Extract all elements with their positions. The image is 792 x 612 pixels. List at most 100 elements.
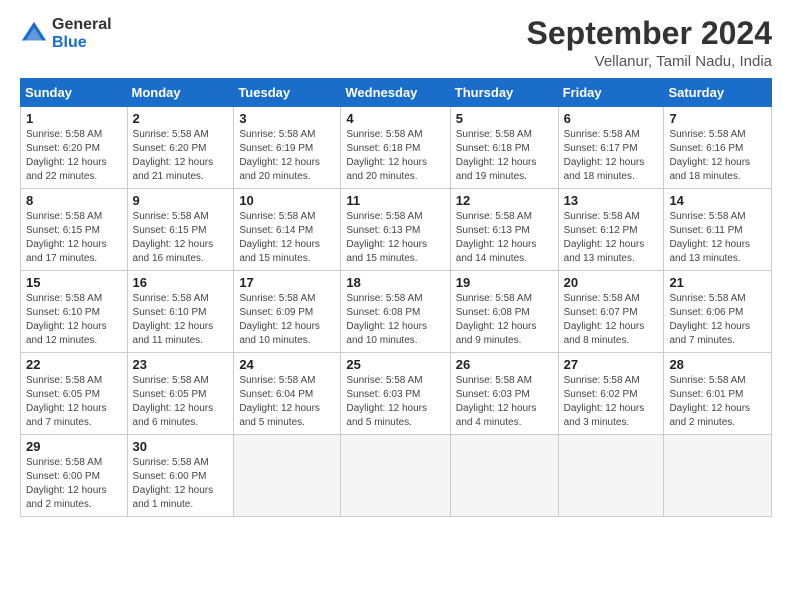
day-info: Sunrise: 5:58 AM Sunset: 6:11 PM Dayligh… (669, 210, 766, 266)
logo-icon (20, 20, 48, 48)
day-number: 19 (456, 275, 553, 290)
day-info: Sunrise: 5:58 AM Sunset: 6:13 PM Dayligh… (346, 210, 444, 266)
day-number: 5 (456, 111, 553, 126)
day-info: Sunrise: 5:58 AM Sunset: 6:16 PM Dayligh… (669, 128, 766, 184)
table-row: 7 Sunrise: 5:58 AM Sunset: 6:16 PM Dayli… (664, 107, 772, 189)
table-row: 3 Sunrise: 5:58 AM Sunset: 6:19 PM Dayli… (234, 107, 341, 189)
table-row: 29 Sunrise: 5:58 AM Sunset: 6:00 PM Dayl… (21, 435, 128, 517)
day-info: Sunrise: 5:58 AM Sunset: 6:07 PM Dayligh… (564, 292, 659, 348)
day-number: 9 (133, 193, 229, 208)
day-info: Sunrise: 5:58 AM Sunset: 6:03 PM Dayligh… (346, 374, 444, 430)
day-number: 7 (669, 111, 766, 126)
day-number: 28 (669, 357, 766, 372)
day-number: 25 (346, 357, 444, 372)
day-info: Sunrise: 5:58 AM Sunset: 6:10 PM Dayligh… (26, 292, 122, 348)
table-row: 23 Sunrise: 5:58 AM Sunset: 6:05 PM Dayl… (127, 353, 234, 435)
calendar-week-row: 29 Sunrise: 5:58 AM Sunset: 6:00 PM Dayl… (21, 435, 772, 517)
header-tuesday: Tuesday (234, 79, 341, 107)
table-row (664, 435, 772, 517)
calendar-table: Sunday Monday Tuesday Wednesday Thursday… (20, 78, 772, 517)
table-row (450, 435, 558, 517)
table-row: 20 Sunrise: 5:58 AM Sunset: 6:07 PM Dayl… (558, 271, 664, 353)
calendar-week-row: 8 Sunrise: 5:58 AM Sunset: 6:15 PM Dayli… (21, 189, 772, 271)
day-info: Sunrise: 5:58 AM Sunset: 6:00 PM Dayligh… (26, 456, 122, 512)
header-monday: Monday (127, 79, 234, 107)
day-info: Sunrise: 5:58 AM Sunset: 6:19 PM Dayligh… (239, 128, 335, 184)
day-number: 14 (669, 193, 766, 208)
day-number: 2 (133, 111, 229, 126)
table-row: 14 Sunrise: 5:58 AM Sunset: 6:11 PM Dayl… (664, 189, 772, 271)
day-number: 4 (346, 111, 444, 126)
day-info: Sunrise: 5:58 AM Sunset: 6:05 PM Dayligh… (133, 374, 229, 430)
table-row: 21 Sunrise: 5:58 AM Sunset: 6:06 PM Dayl… (664, 271, 772, 353)
day-number: 12 (456, 193, 553, 208)
table-row: 24 Sunrise: 5:58 AM Sunset: 6:04 PM Dayl… (234, 353, 341, 435)
table-row: 22 Sunrise: 5:58 AM Sunset: 6:05 PM Dayl… (21, 353, 128, 435)
table-row: 17 Sunrise: 5:58 AM Sunset: 6:09 PM Dayl… (234, 271, 341, 353)
header-sunday: Sunday (21, 79, 128, 107)
table-row: 5 Sunrise: 5:58 AM Sunset: 6:18 PM Dayli… (450, 107, 558, 189)
main-title: September 2024 (527, 16, 772, 51)
day-number: 27 (564, 357, 659, 372)
calendar-week-row: 15 Sunrise: 5:58 AM Sunset: 6:10 PM Dayl… (21, 271, 772, 353)
header-thursday: Thursday (450, 79, 558, 107)
day-number: 21 (669, 275, 766, 290)
day-number: 17 (239, 275, 335, 290)
table-row: 27 Sunrise: 5:58 AM Sunset: 6:02 PM Dayl… (558, 353, 664, 435)
table-row (341, 435, 450, 517)
day-number: 11 (346, 193, 444, 208)
day-number: 23 (133, 357, 229, 372)
day-number: 30 (133, 439, 229, 454)
title-block: September 2024 Vellanur, Tamil Nadu, Ind… (527, 16, 772, 70)
day-number: 6 (564, 111, 659, 126)
day-info: Sunrise: 5:58 AM Sunset: 6:08 PM Dayligh… (456, 292, 553, 348)
day-number: 29 (26, 439, 122, 454)
table-row (234, 435, 341, 517)
day-info: Sunrise: 5:58 AM Sunset: 6:10 PM Dayligh… (133, 292, 229, 348)
table-row: 15 Sunrise: 5:58 AM Sunset: 6:10 PM Dayl… (21, 271, 128, 353)
table-row: 18 Sunrise: 5:58 AM Sunset: 6:08 PM Dayl… (341, 271, 450, 353)
table-row: 25 Sunrise: 5:58 AM Sunset: 6:03 PM Dayl… (341, 353, 450, 435)
table-row: 4 Sunrise: 5:58 AM Sunset: 6:18 PM Dayli… (341, 107, 450, 189)
day-number: 3 (239, 111, 335, 126)
day-number: 15 (26, 275, 122, 290)
day-info: Sunrise: 5:58 AM Sunset: 6:18 PM Dayligh… (346, 128, 444, 184)
page: General Blue September 2024 Vellanur, Ta… (0, 0, 792, 612)
table-row: 2 Sunrise: 5:58 AM Sunset: 6:20 PM Dayli… (127, 107, 234, 189)
header-friday: Friday (558, 79, 664, 107)
table-row: 10 Sunrise: 5:58 AM Sunset: 6:14 PM Dayl… (234, 189, 341, 271)
subtitle: Vellanur, Tamil Nadu, India (527, 53, 772, 70)
table-row: 19 Sunrise: 5:58 AM Sunset: 6:08 PM Dayl… (450, 271, 558, 353)
day-number: 24 (239, 357, 335, 372)
day-info: Sunrise: 5:58 AM Sunset: 6:12 PM Dayligh… (564, 210, 659, 266)
day-info: Sunrise: 5:58 AM Sunset: 6:20 PM Dayligh… (133, 128, 229, 184)
table-row: 9 Sunrise: 5:58 AM Sunset: 6:15 PM Dayli… (127, 189, 234, 271)
table-row: 11 Sunrise: 5:58 AM Sunset: 6:13 PM Dayl… (341, 189, 450, 271)
header: General Blue September 2024 Vellanur, Ta… (20, 16, 772, 70)
day-info: Sunrise: 5:58 AM Sunset: 6:08 PM Dayligh… (346, 292, 444, 348)
day-info: Sunrise: 5:58 AM Sunset: 6:06 PM Dayligh… (669, 292, 766, 348)
day-info: Sunrise: 5:58 AM Sunset: 6:01 PM Dayligh… (669, 374, 766, 430)
table-row: 26 Sunrise: 5:58 AM Sunset: 6:03 PM Dayl… (450, 353, 558, 435)
logo-text: General Blue (52, 16, 112, 51)
calendar-week-row: 1 Sunrise: 5:58 AM Sunset: 6:20 PM Dayli… (21, 107, 772, 189)
day-number: 22 (26, 357, 122, 372)
table-row (558, 435, 664, 517)
day-info: Sunrise: 5:58 AM Sunset: 6:13 PM Dayligh… (456, 210, 553, 266)
day-number: 26 (456, 357, 553, 372)
day-info: Sunrise: 5:58 AM Sunset: 6:05 PM Dayligh… (26, 374, 122, 430)
table-row: 30 Sunrise: 5:58 AM Sunset: 6:00 PM Dayl… (127, 435, 234, 517)
header-saturday: Saturday (664, 79, 772, 107)
day-info: Sunrise: 5:58 AM Sunset: 6:15 PM Dayligh… (133, 210, 229, 266)
table-row: 12 Sunrise: 5:58 AM Sunset: 6:13 PM Dayl… (450, 189, 558, 271)
day-info: Sunrise: 5:58 AM Sunset: 6:00 PM Dayligh… (133, 456, 229, 512)
table-row: 13 Sunrise: 5:58 AM Sunset: 6:12 PM Dayl… (558, 189, 664, 271)
table-row: 8 Sunrise: 5:58 AM Sunset: 6:15 PM Dayli… (21, 189, 128, 271)
day-info: Sunrise: 5:58 AM Sunset: 6:09 PM Dayligh… (239, 292, 335, 348)
table-row: 1 Sunrise: 5:58 AM Sunset: 6:20 PM Dayli… (21, 107, 128, 189)
calendar-header-row: Sunday Monday Tuesday Wednesday Thursday… (21, 79, 772, 107)
table-row: 16 Sunrise: 5:58 AM Sunset: 6:10 PM Dayl… (127, 271, 234, 353)
day-number: 1 (26, 111, 122, 126)
day-info: Sunrise: 5:58 AM Sunset: 6:04 PM Dayligh… (239, 374, 335, 430)
day-number: 20 (564, 275, 659, 290)
